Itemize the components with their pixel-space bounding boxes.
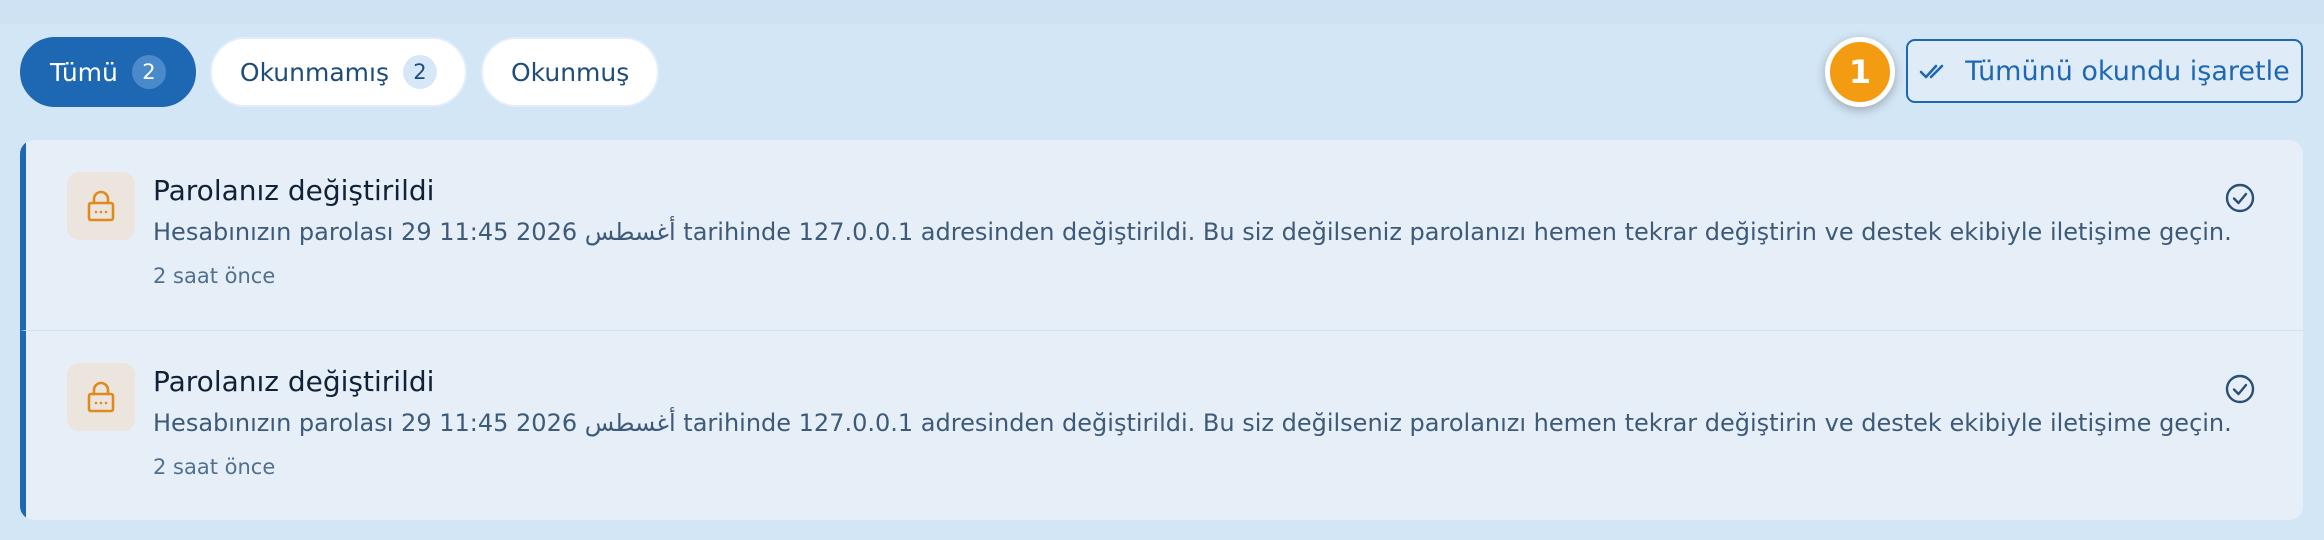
tab-all-label: Tümü bbox=[50, 57, 118, 87]
tab-unread-label: Okunmamış bbox=[239, 57, 389, 87]
tab-read-label: Okunmuş bbox=[510, 57, 630, 87]
notification-body: Hesabınızın parolası 29 أغسطس 2026 11:45… bbox=[153, 409, 2232, 437]
notification-time: 2 saat önce bbox=[153, 455, 276, 479]
double-check-icon bbox=[1919, 64, 1944, 79]
notification-title: Parolanız değiştirildi bbox=[153, 365, 435, 398]
tab-read[interactable]: Okunmuş bbox=[480, 37, 660, 107]
notification-body: Hesabınızın parolası 29 أغسطس 2026 11:45… bbox=[153, 218, 2232, 246]
check-circle-icon[interactable] bbox=[2224, 373, 2256, 405]
notification-item[interactable]: Parolanız değiştirildi Hesabınızın parol… bbox=[20, 140, 2303, 330]
filter-tabs: Tümü 2 Okunmamış 2 Okunmuş bbox=[20, 37, 660, 107]
notification-time: 2 saat önce bbox=[153, 264, 276, 288]
tab-all-count: 2 bbox=[131, 55, 166, 89]
notification-list: Parolanız değiştirildi Hesabınızın parol… bbox=[20, 140, 2303, 520]
tab-unread[interactable]: Okunmamış 2 bbox=[209, 37, 467, 107]
lock-icon bbox=[67, 363, 135, 431]
check-circle-icon[interactable] bbox=[2224, 182, 2256, 214]
notification-title: Parolanız değiştirildi bbox=[153, 174, 435, 207]
notification-item[interactable]: Parolanız değiştirildi Hesabınızın parol… bbox=[20, 330, 2303, 520]
mark-all-read-button[interactable]: Tümünü okundu işaretle bbox=[1906, 39, 2303, 103]
app-background: Tümü 2 Okunmamış 2 Okunmuş 1 Tümünü okun… bbox=[0, 0, 2324, 540]
tab-all[interactable]: Tümü 2 bbox=[20, 37, 196, 107]
mark-all-read-label: Tümünü okundu işaretle bbox=[1965, 55, 2290, 87]
lock-icon bbox=[67, 172, 135, 240]
tab-unread-count: 2 bbox=[402, 55, 437, 89]
step-badge: 1 bbox=[1825, 37, 1895, 107]
